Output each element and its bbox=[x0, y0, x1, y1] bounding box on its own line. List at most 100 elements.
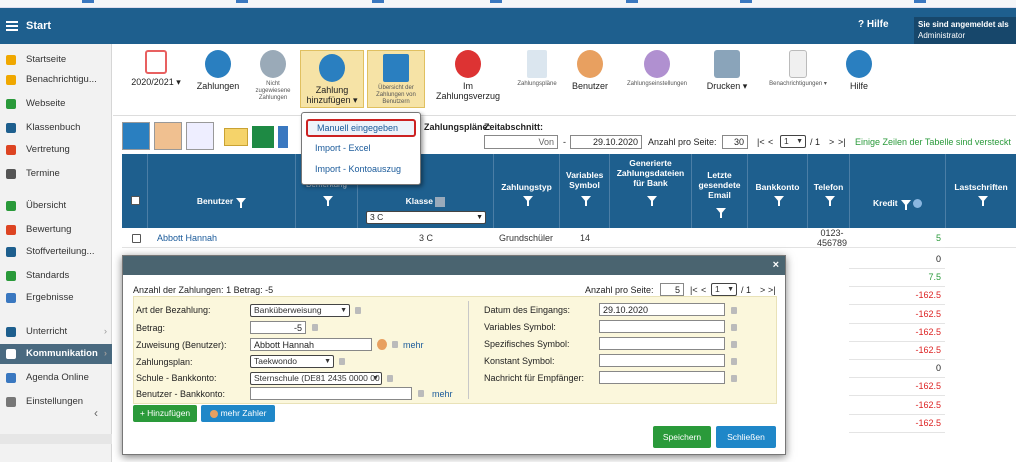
mehr-zahler-button[interactable]: mehr Zahler bbox=[201, 405, 275, 422]
header-bankkonto[interactable]: Bankkonto bbox=[748, 154, 808, 228]
konstant-input[interactable] bbox=[599, 354, 725, 367]
info-icon[interactable] bbox=[912, 199, 922, 209]
klasse-filter-select[interactable]: 3 C bbox=[366, 211, 486, 224]
modal-pager-next[interactable]: > bbox=[760, 285, 765, 295]
modal-pro-seite-input[interactable]: 5 bbox=[660, 283, 684, 296]
add-payment-row-button[interactable]: + Hinzufügen bbox=[133, 405, 197, 422]
pager-prev[interactable]: < bbox=[768, 137, 773, 147]
art-select[interactable]: Banküberweisung bbox=[250, 304, 350, 317]
von-input[interactable]: Von bbox=[484, 135, 558, 149]
sidebar-item[interactable]: Stoffverteilung... bbox=[0, 242, 112, 262]
zahlungsverzug-button[interactable]: Im Zahlungsverzug bbox=[433, 50, 503, 101]
variables-input[interactable] bbox=[599, 320, 725, 333]
menu-icon[interactable] bbox=[6, 21, 18, 23]
export-icon[interactable] bbox=[278, 126, 288, 148]
bis-input[interactable]: 29.10.2020 bbox=[570, 135, 642, 149]
zahlungsplan-select[interactable]: Taekwondo bbox=[250, 355, 334, 368]
kredit-cell: -162.5 bbox=[849, 341, 945, 360]
close-icon[interactable]: × bbox=[773, 259, 779, 271]
sidebar-item[interactable]: Übersicht bbox=[0, 196, 112, 216]
header-zahlungstyp[interactable]: Zahlungstyp bbox=[494, 154, 560, 228]
zuweisung-mehr-link[interactable]: mehr bbox=[403, 340, 424, 350]
drucken-button[interactable]: Drucken ▾ bbox=[701, 50, 753, 91]
menu-item-manuell[interactable]: Manuell eingegeben bbox=[306, 119, 416, 137]
konto-mehr-link[interactable]: mehr bbox=[432, 389, 453, 399]
pager-first[interactable]: |< bbox=[757, 137, 765, 147]
zuweisung-input[interactable]: Abbott Hannah bbox=[250, 338, 372, 351]
zahlungsplaene-label: Zahlungspläne: bbox=[424, 122, 491, 132]
users-view-icon[interactable] bbox=[122, 122, 150, 150]
sidebar-item-icon bbox=[6, 349, 16, 359]
sidebar-item[interactable]: Benachrichtigu... bbox=[0, 70, 112, 90]
hilfe-button[interactable]: Hilfe bbox=[843, 50, 875, 91]
sidebar-scrollbar[interactable] bbox=[0, 434, 112, 444]
menu-item-import-kontoauszug[interactable]: Import - Kontoauszug bbox=[306, 160, 416, 178]
schliessen-button[interactable]: Schließen bbox=[716, 426, 776, 448]
sidebar-item[interactable]: Agenda Online bbox=[0, 368, 112, 388]
page-of: / 1 bbox=[810, 137, 821, 147]
select-all-checkbox[interactable] bbox=[131, 196, 140, 205]
excel-icon[interactable] bbox=[252, 126, 274, 148]
sidebar-item[interactable]: Bewertung bbox=[0, 220, 112, 240]
lock-icon bbox=[731, 358, 737, 365]
header-variables-symbol[interactable]: Variables Symbol bbox=[560, 154, 610, 228]
uebersicht-button[interactable]: Übersicht der Zahlungen von Benutzern bbox=[367, 50, 425, 108]
year-select[interactable]: 2020/2021 ▾ bbox=[127, 50, 185, 87]
benutzer-konto-input[interactable] bbox=[250, 387, 412, 400]
nachricht-input[interactable] bbox=[599, 371, 725, 384]
sidebar-item-icon bbox=[6, 225, 16, 235]
zahlungseinstellungen-button[interactable]: Zahlungseinstellungen bbox=[617, 50, 697, 88]
row-checkbox[interactable] bbox=[132, 234, 141, 243]
sidebar-item[interactable]: Unterricht › bbox=[0, 322, 112, 342]
modal-pager-prev[interactable]: < bbox=[701, 285, 706, 295]
overdue-bag-icon bbox=[455, 50, 481, 78]
sidebar-item-icon bbox=[6, 123, 16, 133]
zahlung-hinzufuegen-button[interactable]: Zahlung hinzufügen ▾ bbox=[300, 50, 364, 108]
help-link[interactable]: ? Hilfe bbox=[858, 19, 889, 30]
collapse-sidebar-icon[interactable]: ‹ bbox=[94, 406, 98, 420]
zahlungsplaene-button[interactable]: Zahlungspläne bbox=[509, 50, 565, 88]
spezifisches-label: Spezifisches Symbol: bbox=[484, 339, 570, 349]
group-view-icon[interactable] bbox=[154, 122, 182, 150]
modal-pager-first[interactable]: |< bbox=[690, 285, 698, 295]
user-picker-icon[interactable] bbox=[377, 339, 387, 350]
cell-benutzer[interactable]: Abbott Hannah bbox=[157, 228, 217, 248]
sidebar-item[interactable]: Ergebnisse bbox=[0, 288, 112, 308]
pager-next[interactable]: > bbox=[829, 137, 834, 147]
sidebar-item[interactable]: Termine bbox=[0, 164, 112, 184]
nicht-zugewiesene-button[interactable]: Nicht zugewiesene Zahlungen bbox=[251, 50, 295, 102]
sidebar-item[interactable]: Klassenbuch bbox=[0, 118, 112, 138]
pro-seite-input[interactable]: 30 bbox=[722, 135, 748, 149]
doc-view-icon[interactable] bbox=[186, 122, 214, 150]
speichern-button[interactable]: Speichern bbox=[653, 426, 711, 448]
menu-item-import-excel[interactable]: Import - Excel bbox=[306, 139, 416, 157]
zahlungen-button[interactable]: Zahlungen bbox=[193, 50, 243, 91]
pager-last[interactable]: >| bbox=[838, 137, 846, 147]
header-benutzer[interactable]: Benutzer bbox=[148, 154, 296, 228]
page-select[interactable]: 1 bbox=[780, 135, 806, 148]
header-kredit[interactable]: Kredit bbox=[850, 154, 946, 228]
benachrichtigungen-button[interactable]: Benachrichtigungen ▾ bbox=[757, 50, 839, 88]
kredit-cell: -162.5 bbox=[849, 396, 945, 415]
header-lastschriften[interactable]: Lastschriften bbox=[946, 154, 1016, 228]
sidebar-item[interactable]: Standards bbox=[0, 266, 112, 286]
sidebar-item[interactable]: Webseite bbox=[0, 94, 112, 114]
toolbar: 2020/2021 ▾ Zahlungen Nicht zugewiesene … bbox=[113, 44, 1016, 116]
betrag-input[interactable]: -5 bbox=[250, 321, 306, 334]
sidebar-item[interactable]: Vertretung bbox=[0, 140, 112, 160]
benutzer-button[interactable]: Benutzer bbox=[568, 50, 612, 91]
header-generierte[interactable]: Generierte Zahlungsdateien für Bank bbox=[610, 154, 692, 228]
sidebar-item-label: Übersicht bbox=[26, 200, 67, 211]
spezifisches-input[interactable] bbox=[599, 337, 725, 350]
datum-input[interactable]: 29.10.2020 bbox=[599, 303, 725, 316]
header-telefon[interactable]: Telefon bbox=[808, 154, 850, 228]
schule-select[interactable]: Sternschule (DE81 2435 0000 00 bbox=[250, 372, 382, 385]
zahlungsplan-label: Zahlungsplan: bbox=[136, 357, 193, 367]
sidebar-item[interactable]: Startseite bbox=[0, 50, 112, 70]
mail-icon[interactable] bbox=[224, 128, 248, 146]
sidebar-item[interactable]: Kommunikation › bbox=[0, 344, 112, 364]
modal-page-select[interactable]: 1 bbox=[711, 283, 737, 296]
modal-pager-last[interactable]: >| bbox=[768, 285, 776, 295]
header-letzte-email[interactable]: Letzte gesendete Email bbox=[692, 154, 748, 228]
sidebar-item-icon bbox=[6, 145, 16, 155]
